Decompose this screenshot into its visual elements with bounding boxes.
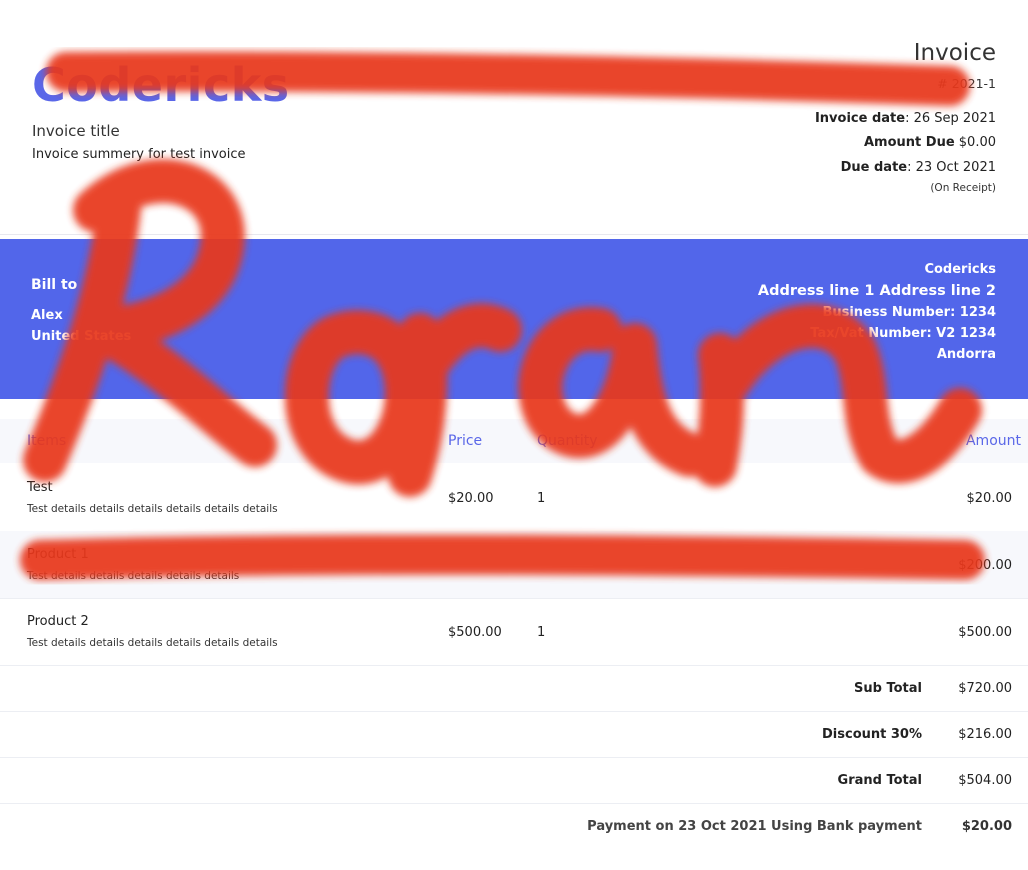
item-name: Product 1: [27, 547, 89, 562]
from-tax-number: Tax/Vat Number: V2 1234: [810, 326, 996, 341]
table-row: Product 1 Test details details details d…: [0, 531, 1028, 599]
grand-total-row: Grand Total $504.00: [0, 757, 1028, 804]
subtotal-value: $720.00: [958, 681, 1012, 696]
items-table-header: Items Price Quantity Amount: [0, 419, 1028, 463]
item-quantity: 1: [537, 625, 546, 640]
discount-value: $216.00: [958, 727, 1012, 742]
due-date-label: Due date: [840, 160, 908, 175]
from-address: Address line 1 Address line 2: [757, 283, 996, 299]
invoice-date-label: Invoice date: [814, 111, 906, 126]
table-row: Test Test details details details detail…: [0, 464, 1028, 532]
from-country: Andorra: [936, 347, 996, 362]
invoice-date: Invoice date: 26 Sep 2021: [815, 111, 996, 126]
invoice-title: Invoice title: [32, 122, 120, 140]
subtotal-row: Sub Total $720.00: [0, 665, 1028, 712]
item-price: $20.00: [448, 491, 494, 506]
document-heading: Invoice: [913, 40, 996, 66]
item-details: Test details details details details det…: [27, 503, 278, 515]
bill-to-name: Alex: [31, 308, 63, 323]
amount-due: Amount Due $0.00: [864, 135, 996, 150]
header-items: Items: [27, 433, 67, 449]
discount-label: Discount 30%: [822, 727, 922, 742]
header-amount: Amount: [965, 433, 1021, 449]
discount-row: Discount 30% $216.00: [0, 711, 1028, 758]
invoice-summary: Invoice summery for test invoice: [32, 147, 246, 162]
payment-label: Payment on 23 Oct 2021 Using Bank paymen…: [587, 819, 922, 834]
item-amount: $200.00: [958, 558, 1012, 573]
subtotal-label: Sub Total: [854, 681, 922, 696]
item-name: Product 2: [27, 614, 89, 629]
invoice-number: # 2021-1: [937, 76, 996, 91]
item-price: $500.00: [448, 625, 502, 640]
item-details: Test details details details details det…: [27, 637, 278, 649]
invoice-date-value: : 26 Sep 2021: [905, 111, 996, 126]
header-divider: [0, 234, 1028, 235]
item-details: Test details details details details det…: [27, 570, 240, 582]
amount-due-label: Amount Due: [863, 135, 955, 150]
item-amount: $500.00: [958, 625, 1012, 640]
from-company: Codericks: [924, 262, 996, 277]
payment-value: $20.00: [961, 819, 1012, 834]
table-row: Product 2 Test details details details d…: [0, 598, 1028, 666]
grand-total-label: Grand Total: [837, 773, 922, 788]
payment-row: Payment on 23 Oct 2021 Using Bank paymen…: [0, 803, 1028, 849]
amount-due-value: $0.00: [954, 135, 996, 150]
receipt-note: (On Receipt): [930, 182, 996, 194]
due-date-value: : 23 Oct 2021: [907, 160, 996, 175]
item-quantity: 1: [537, 491, 546, 506]
due-date: Due date: 23 Oct 2021: [841, 160, 996, 175]
header-quantity: Quantity: [537, 433, 598, 449]
from-business-number: Business Number: 1234: [822, 305, 996, 320]
billing-band: Bill to Alex United States Codericks Add…: [0, 239, 1028, 399]
company-logo-text: Codericks: [32, 58, 290, 112]
bill-to-label: Bill to: [31, 277, 78, 293]
grand-total-value: $504.00: [958, 773, 1012, 788]
bill-to-country: United States: [31, 329, 132, 344]
item-name: Test: [27, 480, 53, 495]
item-amount: $20.00: [966, 491, 1013, 506]
header-price: Price: [448, 433, 483, 449]
